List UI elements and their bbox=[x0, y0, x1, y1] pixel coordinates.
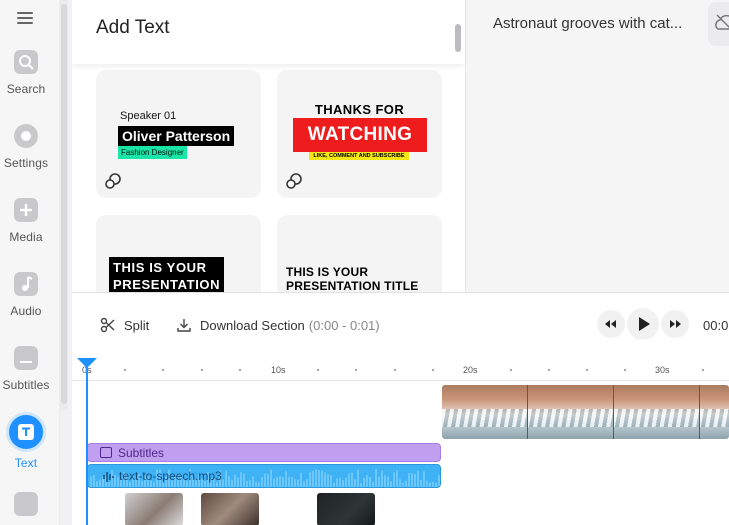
video-frame bbox=[442, 385, 528, 439]
rail-item-more[interactable] bbox=[0, 492, 52, 516]
playhead[interactable] bbox=[86, 363, 88, 525]
template-line1: THIS IS YOUR bbox=[286, 265, 369, 279]
video-editor: Search Settings Media Audio Subtitles Te… bbox=[0, 0, 729, 525]
template-line2: PRESENTATION bbox=[113, 277, 221, 292]
timeline: Split Download Section (0:00 - 0:01) 00:… bbox=[72, 292, 729, 525]
ruler-tick bbox=[702, 369, 704, 371]
waveform-icon bbox=[103, 472, 114, 482]
rail-item-search[interactable]: Search bbox=[0, 50, 52, 96]
rail-scrollbar[interactable] bbox=[60, 0, 68, 410]
ruler-tick bbox=[548, 369, 550, 371]
video-frame bbox=[528, 385, 614, 439]
sticker-icon bbox=[14, 492, 38, 516]
playhead-handle[interactable] bbox=[77, 358, 97, 368]
fast-forward-button[interactable] bbox=[661, 310, 689, 338]
template-role: Fashion Designer bbox=[118, 146, 187, 159]
ruler-tick bbox=[201, 369, 203, 371]
play-button[interactable] bbox=[627, 308, 659, 340]
panel-title: Add Text bbox=[96, 17, 170, 38]
ruler-label: 30s bbox=[655, 365, 670, 375]
media-thumbnail[interactable] bbox=[317, 493, 375, 525]
fast-forward-icon bbox=[670, 320, 681, 328]
template-line3: LIKE, COMMENT AND SUBSCRIBE bbox=[309, 152, 409, 160]
split-button[interactable]: Split bbox=[100, 317, 149, 333]
search-icon bbox=[14, 50, 38, 74]
template-speaker: Speaker 01 bbox=[120, 110, 177, 122]
rail-item-media[interactable]: Media bbox=[0, 198, 52, 244]
split-label: Split bbox=[124, 317, 150, 333]
drag-hand-icon bbox=[286, 173, 302, 189]
ruler-tick bbox=[239, 369, 241, 371]
download-icon bbox=[177, 319, 191, 332]
ruler-tick bbox=[510, 369, 512, 371]
time-ruler[interactable]: 0s 10s 20s 30s bbox=[72, 361, 729, 381]
panel-header: Add Text bbox=[72, 0, 465, 64]
download-section-button[interactable]: Download Section (0:00 - 0:01) bbox=[176, 317, 380, 333]
cloud-off-icon bbox=[715, 14, 729, 30]
plus-icon bbox=[14, 198, 38, 222]
rail-item-settings[interactable]: Settings bbox=[0, 124, 52, 170]
download-range: (0:00 - 0:01) bbox=[308, 317, 380, 333]
ruler-tick bbox=[162, 369, 164, 371]
download-label: Download Section bbox=[200, 317, 305, 333]
ruler-tick bbox=[124, 369, 126, 371]
template-name: Oliver Patterson bbox=[118, 126, 235, 146]
rail-item-label: Text bbox=[14, 456, 38, 470]
template-line2: WATCHING bbox=[293, 118, 427, 152]
media-thumbnail[interactable] bbox=[125, 493, 183, 525]
rail-item-subtitles[interactable]: Subtitles bbox=[0, 346, 52, 392]
rail-item-label: Media bbox=[9, 230, 43, 244]
ruler-label: 10s bbox=[271, 365, 286, 375]
add-text-panel: Add Text Speaker 01 Oliver Patterson Fas… bbox=[72, 0, 465, 292]
template-line2: PRESENTATION TITLE bbox=[286, 279, 419, 292]
project-title[interactable]: Astronaut grooves with cat... bbox=[493, 15, 682, 32]
template-line1: THIS IS YOUR bbox=[113, 260, 207, 275]
text-template-card[interactable]: THIS IS YOUR PRESENTATION TITLE bbox=[277, 215, 442, 292]
gear-icon bbox=[14, 124, 38, 148]
subtitles-icon bbox=[14, 346, 38, 370]
rail-item-label: Audio bbox=[10, 304, 42, 318]
ruler-label: 20s bbox=[463, 365, 478, 375]
audio-track-label: text-to-speech.mp3 bbox=[119, 469, 222, 483]
template-line1: THANKS FOR bbox=[314, 102, 405, 117]
audio-track[interactable]: text-to-speech.mp3 bbox=[87, 464, 441, 488]
scissors-icon bbox=[100, 317, 115, 333]
play-icon bbox=[639, 317, 650, 331]
menu-icon[interactable] bbox=[17, 12, 33, 26]
cloud-off-button[interactable] bbox=[708, 2, 729, 46]
text-template-card[interactable]: Speaker 01 Oliver Patterson Fashion Desi… bbox=[96, 70, 261, 198]
ruler-tick bbox=[317, 369, 319, 371]
subtitles-track-label: Subtitles bbox=[118, 446, 165, 460]
music-note-icon bbox=[14, 272, 38, 296]
rail-item-label: Search bbox=[6, 82, 46, 96]
preview-area: Astronaut grooves with cat... bbox=[465, 0, 729, 292]
rewind-button[interactable] bbox=[597, 310, 625, 338]
timeline-toolbar: Split Download Section (0:00 - 0:01) 00:… bbox=[72, 293, 729, 357]
subtitles-track[interactable]: Subtitles bbox=[87, 443, 441, 462]
ruler-tick bbox=[586, 369, 588, 371]
ruler-tick bbox=[355, 369, 357, 371]
media-thumbnail[interactable] bbox=[201, 493, 259, 525]
current-time: 00:0 bbox=[703, 318, 729, 333]
subtitles-icon bbox=[100, 447, 112, 458]
left-rail: Search Settings Media Audio Subtitles Te… bbox=[0, 0, 60, 525]
template-text: THIS IS YOUR PRESENTATION TITLE bbox=[286, 265, 419, 292]
text-icon bbox=[6, 412, 46, 452]
video-frame bbox=[614, 385, 700, 439]
panel-scrollbar[interactable] bbox=[455, 24, 461, 52]
rail-item-label: Settings bbox=[3, 156, 49, 170]
text-template-card[interactable]: THIS IS YOUR PRESENTATION bbox=[96, 215, 261, 292]
ruler-tick bbox=[394, 369, 396, 371]
template-text: THIS IS YOUR PRESENTATION bbox=[109, 257, 225, 292]
rail-item-label: Subtitles bbox=[2, 378, 50, 392]
text-template-card[interactable]: THANKS FOR WATCHING LIKE, COMMENT AND SU… bbox=[277, 70, 442, 198]
rewind-icon bbox=[605, 320, 616, 328]
rail-item-text[interactable]: Text bbox=[0, 412, 52, 470]
ruler-tick bbox=[432, 369, 434, 371]
ruler-tick bbox=[624, 369, 626, 371]
video-frame bbox=[700, 385, 729, 439]
video-clip[interactable] bbox=[442, 385, 729, 439]
rail-item-audio[interactable]: Audio bbox=[0, 272, 52, 318]
drag-hand-icon bbox=[105, 173, 121, 189]
